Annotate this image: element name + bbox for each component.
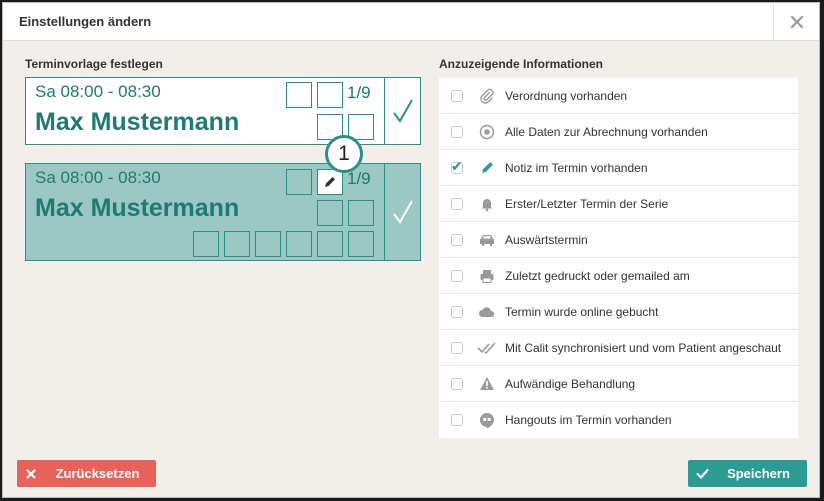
list-item-aufwaendig[interactable]: Aufwändige Behandlung (439, 366, 798, 402)
bell-icon (481, 198, 493, 211)
option-label: Notiz im Termin vorhanden (505, 160, 648, 175)
checkmark-icon (695, 468, 709, 479)
info-options-list: Verordnung vorhanden Alle Daten zur Abre… (439, 78, 798, 438)
card-time: Sa 08:00 - 08:30 (35, 82, 161, 101)
list-item-serie[interactable]: Erster/Letzter Termin der Serie (439, 186, 798, 222)
printer-icon (480, 269, 494, 283)
checkbox[interactable] (451, 414, 463, 426)
option-label: Zuletzt gedruckt oder gemailed am (505, 268, 690, 283)
info-section-title: Anzuzeigende Informationen (439, 57, 604, 71)
icon-slot (317, 231, 343, 257)
option-label: Hangouts im Termin vorhanden (505, 413, 672, 427)
note-slot (317, 169, 343, 195)
dot-circle-icon (479, 124, 495, 139)
reset-button-label: Zurücksetzen (55, 466, 140, 481)
checkbox[interactable] (451, 233, 463, 246)
template-card-white[interactable]: Sa 08:00 - 08:30 Max Mustermann 1/9 (25, 77, 421, 145)
save-button-label: Speichern (727, 466, 790, 481)
settings-dialog: Einstellungen ändern Terminvorlage festl… (2, 2, 820, 498)
icon-slot (286, 231, 312, 257)
option-label: Termin wurde online gebucht (505, 304, 659, 319)
list-item-hangouts[interactable]: Hangouts im Termin vorhanden (439, 402, 798, 438)
callout-badge-1: 1 (325, 135, 363, 173)
warning-icon (480, 377, 494, 390)
list-item-gedruckt[interactable]: Zuletzt gedruckt oder gemailed am (439, 258, 798, 294)
option-label: Verordnung vorhanden (505, 88, 628, 103)
card-time: Sa 08:00 - 08:30 (35, 168, 161, 187)
checkmark-icon (392, 200, 413, 224)
dialog-header: Einstellungen ändern (3, 3, 819, 41)
checkbox[interactable] (451, 197, 463, 210)
option-label: Mit Calit synchronisiert und vom Patient… (505, 340, 782, 355)
checkbox[interactable] (451, 125, 463, 138)
checkmark-icon (392, 99, 413, 123)
icon-slot (348, 231, 374, 257)
card-count: 1/9 (347, 169, 371, 188)
icon-slot (286, 82, 312, 108)
template-card-teal[interactable]: Sa 08:00 - 08:30 Max Mustermann 1/9 (25, 163, 421, 261)
option-label: Auswärtstermin (505, 232, 588, 247)
car-icon (480, 234, 494, 246)
icon-slot (193, 231, 219, 257)
list-item-verordnung[interactable]: Verordnung vorhanden (439, 78, 798, 114)
close-icon (26, 468, 36, 479)
option-label: Aufwändige Behandlung (505, 376, 636, 391)
dialog-title: Einstellungen ändern (19, 14, 152, 29)
icon-slot (317, 82, 343, 108)
save-button[interactable]: Speichern (688, 460, 807, 487)
list-item-online[interactable]: Termin wurde online gebucht (439, 294, 798, 330)
option-label: Erster/Letzter Termin der Serie (505, 196, 669, 211)
checkbox[interactable] (451, 377, 463, 390)
reset-button[interactable]: Zurücksetzen (17, 460, 156, 487)
checkbox[interactable] (451, 305, 463, 318)
card-check-column[interactable] (384, 164, 420, 260)
close-button[interactable] (773, 3, 819, 41)
template-section-title: Terminvorlage festlegen (25, 57, 163, 71)
hangouts-icon (480, 412, 494, 428)
list-item-notiz[interactable]: ✔ Notiz im Termin vorhanden (439, 150, 798, 186)
list-item-auswaerts[interactable]: Auswärtstermin (439, 222, 798, 258)
double-check-icon (477, 341, 496, 354)
icon-slot (317, 200, 343, 226)
paperclip-icon (480, 88, 494, 104)
option-label: Alle Daten zur Abrechnung vorhanden (505, 124, 708, 139)
icon-slot (255, 231, 281, 257)
checkbox[interactable] (451, 269, 463, 282)
list-item-abrechnung[interactable]: Alle Daten zur Abrechnung vorhanden (439, 114, 798, 150)
card-patient-name: Max Mustermann (35, 194, 240, 222)
cloud-icon (479, 306, 495, 317)
checkbox[interactable]: ✔ (451, 158, 463, 174)
list-item-calit[interactable]: Mit Calit synchronisiert und vom Patient… (439, 330, 798, 366)
checkbox[interactable] (451, 341, 463, 354)
pencil-icon (325, 177, 335, 187)
card-check-column[interactable] (384, 78, 420, 144)
icon-slot (286, 169, 312, 195)
pencil-icon (481, 162, 493, 173)
icon-slot (224, 231, 250, 257)
card-count: 1/9 (347, 83, 371, 102)
checkbox[interactable] (451, 89, 463, 102)
card-patient-name: Max Mustermann (35, 108, 240, 136)
icon-slot (348, 200, 374, 226)
close-icon (790, 15, 803, 29)
